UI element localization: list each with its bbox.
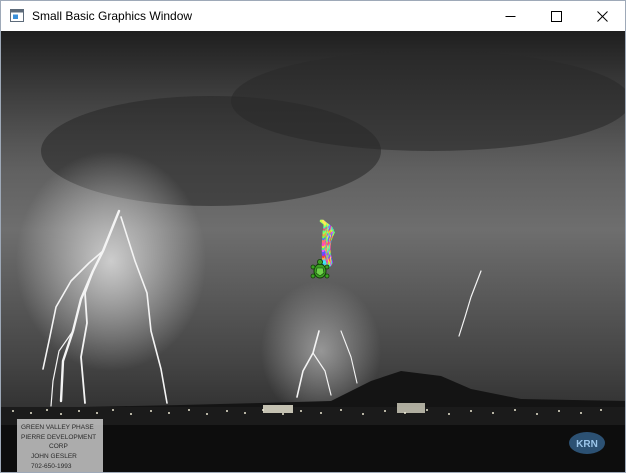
minimize-icon	[505, 15, 515, 17]
maximize-icon	[550, 10, 562, 22]
lightning-glow	[16, 151, 206, 371]
watermark-logo: KRN	[569, 432, 605, 454]
close-button[interactable]	[579, 1, 625, 31]
maximize-button[interactable]	[533, 1, 579, 31]
small-basic-app-icon	[10, 9, 24, 22]
development-sign: GREEN VALLEY PHASE PIERRE DEVELOPMENT CO…	[17, 419, 103, 472]
graphics-canvas[interactable]: GREEN VALLEY PHASE PIERRE DEVELOPMENT CO…	[1, 31, 625, 472]
canvas-drawing: GREEN VALLEY PHASE PIERRE DEVELOPMENT CO…	[1, 31, 625, 472]
window-title: Small Basic Graphics Window	[32, 9, 193, 23]
spiral-segment	[321, 219, 327, 225]
graphics-window: Small Basic Graphics Window GREEN VALLEY…	[0, 0, 626, 473]
sign-line: PIERRE DEVELOPMENT	[21, 434, 96, 441]
sign-line: 702-650-1993	[31, 463, 72, 470]
storm-cloud	[231, 51, 625, 151]
title-bar[interactable]: Small Basic Graphics Window	[1, 1, 625, 31]
sign-line: JOHN GESLER	[31, 453, 77, 460]
minimize-button[interactable]	[487, 1, 533, 31]
sign-line: CORP	[49, 443, 68, 450]
close-icon	[596, 10, 608, 22]
sign-line: GREEN VALLEY PHASE	[21, 424, 94, 431]
watermark-text: KRN	[576, 439, 598, 450]
